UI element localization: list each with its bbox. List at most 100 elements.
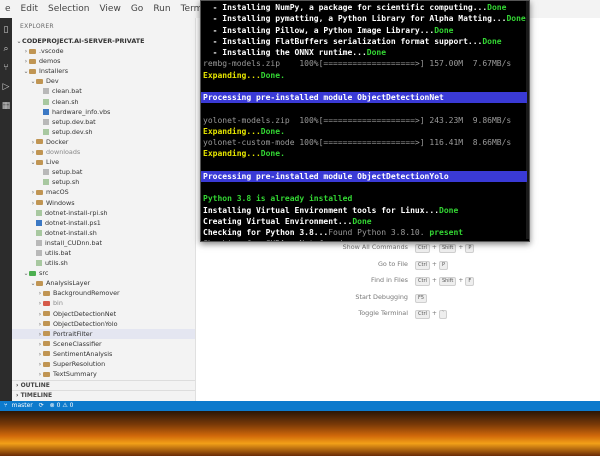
explorer-icon[interactable]: ▯ [0, 23, 12, 37]
search-icon[interactable]: ⌕ [0, 42, 12, 56]
tree-folder[interactable]: › downloads [12, 147, 195, 157]
tree-folder[interactable]: › BackgroundRemover [12, 288, 195, 298]
key-separator: + [431, 244, 437, 251]
tree-file[interactable]: clean.sh [12, 97, 195, 107]
tree-folder[interactable]: › demos [12, 56, 195, 66]
menu-selection[interactable]: Selection [43, 4, 94, 14]
tree-folder[interactable]: › bin [12, 298, 195, 308]
tree-file[interactable]: setup.bat [12, 167, 195, 177]
tree-folder[interactable]: ⌄ Installers [12, 66, 195, 76]
tree-item-label: Installers [39, 67, 69, 76]
tree-item-label: TextSummary [53, 370, 97, 379]
terminal-text: Checking for CUDA...Not found [203, 239, 343, 241]
sync-icon[interactable]: ⟳ [39, 402, 44, 409]
folder-icon [43, 341, 50, 347]
tree-folder[interactable]: › .vscode [12, 46, 195, 56]
folder-icon [36, 78, 43, 84]
tree-folder[interactable]: › ObjectDetectionNet [12, 309, 195, 319]
folder-icon [36, 189, 43, 195]
terminal-text: - Installing Pillow, a Python Image Libr… [203, 25, 435, 35]
tree-item-label: Docker [46, 137, 69, 146]
terminal-section-header: Processing pre-installed module ObjectDe… [201, 92, 527, 103]
tree-file[interactable]: install_CUDnn.bat [12, 238, 195, 248]
shortcut-key: F5 [415, 293, 428, 303]
tree-file[interactable]: utils.sh [12, 258, 195, 268]
folder-icon [36, 280, 43, 286]
tree-folder[interactable]: › TextSummary [12, 369, 195, 379]
folder-icon [36, 149, 43, 155]
terminal-text: Done [487, 3, 507, 12]
folder-icon [43, 331, 50, 337]
terminal-line: yolonet-custom-mode 100%[===============… [203, 137, 529, 148]
shortcut-label: Show All Commands [342, 243, 408, 251]
workspace-root[interactable]: ⌄CODEPROJECT.AI-SERVER-PRIVATE [12, 36, 195, 46]
terminal-text: Done. [260, 126, 285, 136]
tree-file[interactable]: setup.sh [12, 177, 195, 187]
terminal-text: Expanding... [203, 126, 261, 136]
tree-file[interactable]: hardware_info.vbs [12, 107, 195, 117]
folder-icon [29, 58, 36, 64]
shortcut-label: Go to File [377, 259, 408, 268]
tree-folder[interactable]: › macOS [12, 187, 195, 197]
tree-folder[interactable]: ⌄ AnalysisLayer [12, 278, 195, 288]
tree-item-label: .vscode [39, 47, 64, 56]
tree-folder[interactable]: › ObjectDetectionYolo [12, 319, 195, 329]
file-icon [43, 108, 49, 115]
tree-item-label: clean.sh [52, 97, 79, 106]
extensions-icon[interactable]: ▦ [0, 99, 12, 113]
terminal-text: Processing pre-installed module ObjectDe… [203, 93, 444, 102]
tree-folder[interactable]: › SentimentAnalysis [12, 349, 195, 359]
tree-item-label: ObjectDetectionNet [53, 309, 117, 318]
source-control-icon[interactable]: ⑂ [0, 61, 12, 75]
terminal-text: Done [366, 48, 387, 57]
chevron-right-icon: › [16, 382, 19, 389]
folder-icon [29, 68, 36, 74]
tree-file[interactable]: setup.dev.bat [12, 117, 195, 127]
tree-file[interactable]: utils.bat [12, 248, 195, 258]
tree-item-label: PortraitFilter [53, 329, 93, 338]
shortcut-key: Ctrl [415, 277, 430, 286]
tree-folder[interactable]: ⌄ Dev [12, 76, 195, 86]
menu-edit[interactable]: Edit [16, 4, 43, 14]
tree-folder[interactable]: ⌄ Live [12, 157, 195, 167]
file-icon [43, 179, 49, 186]
tree-folder[interactable]: › SceneClassifier [12, 339, 195, 349]
tree-file[interactable]: dotnet-install-rpi.sh [12, 208, 195, 218]
tree-folder[interactable]: › Windows [12, 198, 195, 208]
tree-folder[interactable]: › Docker [12, 137, 195, 147]
terminal-text: Installing Virtual Environment tools for… [203, 205, 440, 215]
terminal-window[interactable]: - Installing NumPy, a package for scient… [200, 0, 530, 242]
tree-item-label: src [39, 269, 49, 278]
terminal-text: Done [352, 216, 372, 226]
run-debug-icon[interactable]: ▷ [0, 80, 12, 94]
menu-view[interactable]: View [94, 4, 125, 14]
tree-folder[interactable]: › SuperResolution [12, 359, 195, 369]
timeline-section[interactable]: › TIMELINE [12, 390, 195, 401]
tree-item-label: SentimentAnalysis [53, 349, 113, 358]
problems-count[interactable]: ⊗ 0 ⚠ 0 [50, 402, 74, 409]
tree-item-label: SceneClassifier [53, 339, 102, 348]
tree-file[interactable]: clean.bat [12, 86, 195, 96]
tree-file[interactable]: dotnet-install.sh [12, 228, 195, 238]
desktop-wallpaper [0, 411, 600, 456]
menu-go[interactable]: Go [126, 4, 148, 14]
tree-file[interactable]: setup.dev.sh [12, 127, 195, 137]
shortcut-key: Shift [438, 277, 457, 286]
folder-icon [29, 270, 36, 276]
menu-e[interactable]: e [0, 4, 16, 14]
tree-item-label: install_CUDnn.bat [45, 238, 102, 247]
tree-file[interactable]: dotnet-install.ps1 [12, 218, 195, 228]
terminal-text: Expanding... [203, 70, 261, 80]
tree-folder[interactable]: › PortraitFilter [12, 328, 195, 339]
file-icon [43, 118, 49, 125]
welcome-shortcut: Start Debugging F5 [196, 293, 600, 303]
shortcut-key: Ctrl [415, 260, 430, 270]
shortcut-key: P [438, 260, 448, 270]
menu-run[interactable]: Run [148, 4, 175, 14]
branch-label[interactable]: master [12, 402, 33, 409]
tree-folder[interactable]: ⌄ src [12, 268, 195, 278]
terminal-text: - Installing FlatBuffers serialization f… [203, 36, 483, 46]
terminal-line: Expanding...Done. [203, 148, 285, 159]
terminal-text: yolonet-models.zip 100%[================… [203, 115, 530, 125]
folder-icon [43, 371, 50, 377]
